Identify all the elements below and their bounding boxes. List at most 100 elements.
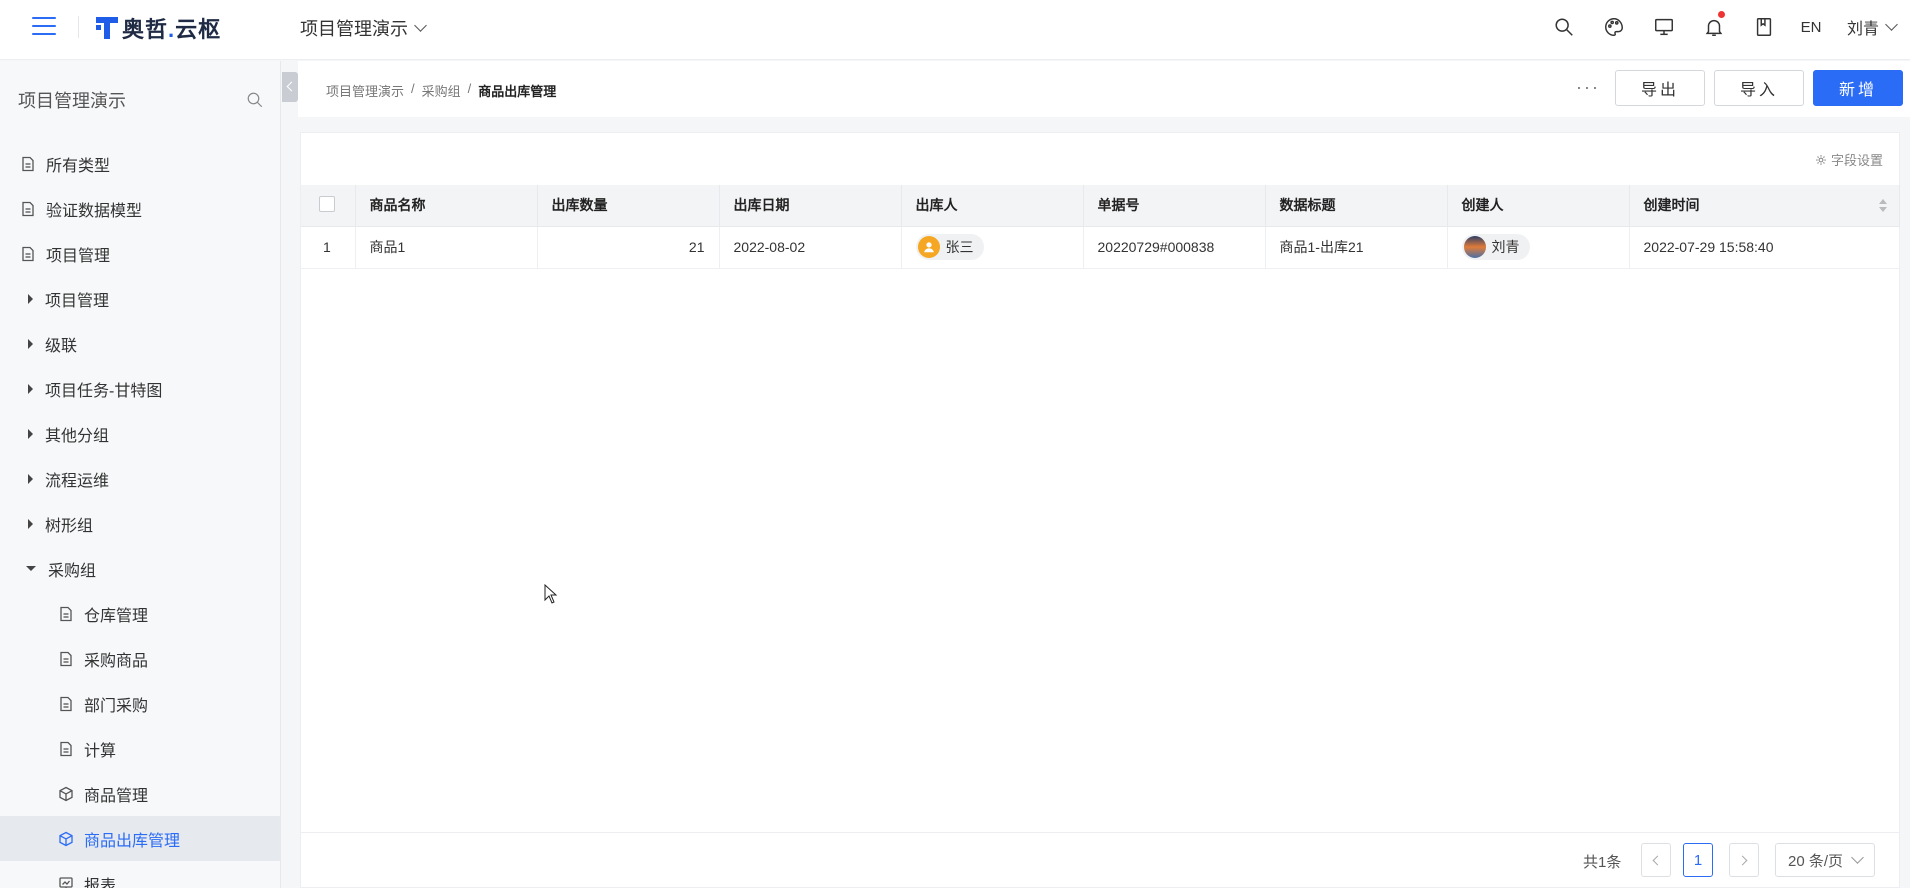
sidebar-group-purchase[interactable]: 采购组	[0, 546, 280, 591]
cell-creator: 刘青	[1447, 226, 1630, 269]
sidebar-collapse-handle[interactable]	[282, 72, 298, 102]
more-actions-button[interactable]: ···	[1576, 77, 1600, 98]
caret-right-icon	[28, 383, 33, 394]
caret-right-icon	[28, 428, 33, 439]
sidebar-group-project-management[interactable]: 项目管理	[0, 276, 280, 321]
page-size-select[interactable]: 20 条/页	[1775, 843, 1875, 877]
avatar	[917, 236, 940, 258]
column-header[interactable]: 创建人	[1447, 185, 1630, 227]
breadcrumb-current: 商品出库管理	[478, 84, 557, 99]
sidebar-item-goods-management[interactable]: 商品管理	[0, 771, 280, 816]
sidebar-item-goods-outbound[interactable]: 商品出库管理	[0, 816, 280, 861]
project-switcher[interactable]: 项目管理演示	[300, 15, 427, 41]
cube-icon	[58, 786, 74, 802]
sidebar-item-label: 采购组	[48, 562, 97, 580]
sidebar-item-label: 部门采购	[84, 697, 149, 715]
mouse-cursor-icon	[544, 584, 558, 604]
document-icon	[20, 246, 36, 262]
column-header-created-time[interactable]: 创建时间	[1629, 185, 1900, 227]
caret-right-icon	[28, 293, 33, 304]
sidebar-item-label: 所有类型	[46, 157, 111, 175]
column-header[interactable]: 出库人	[901, 185, 1084, 227]
palette-icon[interactable]	[1589, 0, 1639, 54]
cell-goods-name: 商品1	[355, 226, 538, 269]
page-number-button[interactable]: 1	[1683, 843, 1713, 877]
sidebar-item-label: 仓库管理	[84, 607, 149, 625]
prev-page-button[interactable]	[1641, 843, 1671, 877]
sidebar-item-label: 项目任务-甘特图	[45, 382, 163, 400]
cube-icon	[58, 831, 74, 847]
sidebar-item-purchase-goods[interactable]: 采购商品	[0, 636, 280, 681]
divider	[78, 16, 79, 38]
sidebar-group-tree[interactable]: 树形组	[0, 501, 280, 546]
cell-doc-no: 20220729#000838	[1083, 226, 1266, 269]
sidebar-group-other[interactable]: 其他分组	[0, 411, 280, 456]
user-chip[interactable]: 刘青	[1461, 233, 1530, 260]
chevron-down-icon	[1851, 851, 1864, 864]
sidebar-item-label: 商品出库管理	[84, 832, 181, 850]
breadcrumb-separator: /	[467, 81, 472, 96]
user-chip[interactable]: 张三	[915, 234, 984, 260]
sidebar-item-dept-purchase[interactable]: 部门采购	[0, 681, 280, 726]
cell-quantity: 21	[537, 226, 720, 269]
document-icon	[20, 156, 36, 172]
user-menu[interactable]: 刘青	[1833, 15, 1898, 39]
chevron-down-icon	[414, 19, 427, 32]
breadcrumb-item[interactable]: 采购组	[422, 81, 461, 100]
caret-right-icon	[28, 518, 33, 529]
sidebar-item-validate-model[interactable]: 验证数据模型	[0, 186, 280, 231]
top-bar: 奥哲.云枢 项目管理演示 EN 刘青	[0, 0, 1910, 60]
menu-icon[interactable]	[32, 17, 56, 37]
monitor-icon[interactable]	[1639, 0, 1689, 54]
logo: 奥哲.云枢	[96, 12, 221, 44]
search-icon[interactable]	[246, 91, 264, 109]
table-row[interactable]: 1 商品1 21 2022-08-02 张三 20220729#000838 商…	[301, 226, 1900, 269]
breadcrumb-item[interactable]: 项目管理演示	[326, 81, 404, 100]
sidebar-group-gantt[interactable]: 项目任务-甘特图	[0, 366, 280, 411]
next-page-button[interactable]	[1729, 843, 1759, 877]
select-all-checkbox[interactable]	[319, 195, 335, 212]
caret-right-icon	[28, 338, 33, 349]
sidebar-item-calc[interactable]: 计算	[0, 726, 280, 771]
sort-icon[interactable]	[1878, 199, 1887, 213]
page-header: 项目管理演示 / 采购组 / 商品出库管理 ··· 导出 导入 新增	[298, 61, 1910, 117]
user-icon	[923, 242, 934, 253]
sidebar-group-cascade[interactable]: 级联	[0, 321, 280, 366]
search-icon[interactable]	[1539, 0, 1589, 54]
logo-text: 奥哲.云枢	[122, 17, 222, 42]
column-header[interactable]: 出库数量	[537, 185, 720, 227]
document-icon	[58, 696, 74, 712]
user-name: 刘青	[1846, 21, 1879, 38]
sidebar-group-process-ops[interactable]: 流程运维	[0, 456, 280, 501]
bell-icon[interactable]	[1689, 0, 1739, 54]
cell-date: 2022-08-02	[719, 226, 902, 269]
caret-right-icon	[28, 473, 33, 484]
column-header[interactable]: 出库日期	[719, 185, 902, 227]
sidebar-item-label: 商品管理	[84, 787, 149, 805]
field-settings-button[interactable]: 字段设置	[1815, 150, 1883, 169]
chevron-down-icon	[1885, 18, 1898, 31]
cell-created-time: 2022-07-29 15:58:40	[1629, 226, 1900, 269]
list-panel: 字段设置 商品名称 出库数量 出库日期 出库人 单据号 数据标题 创建人 创建时…	[300, 132, 1900, 888]
language-switch[interactable]: EN	[1789, 19, 1833, 36]
column-header[interactable]: 单据号	[1083, 185, 1266, 227]
export-button[interactable]: 导出	[1615, 70, 1705, 106]
sidebar-title: 项目管理演示	[18, 91, 126, 111]
column-header[interactable]: 商品名称	[355, 185, 538, 227]
sidebar-item-label: 树形组	[45, 517, 94, 535]
sidebar-item-report[interactable]: 报表	[0, 861, 280, 888]
logo-mark-icon	[96, 17, 118, 39]
sidebar-item-label: 其他分组	[45, 427, 110, 445]
sidebar-item-label: 验证数据模型	[46, 202, 143, 220]
chevron-left-icon	[1652, 855, 1663, 865]
sidebar-item-warehouse[interactable]: 仓库管理	[0, 591, 280, 636]
breadcrumb: 项目管理演示 / 采购组 / 商品出库管理	[326, 81, 556, 100]
user-chip-name: 刘青	[1491, 238, 1520, 255]
bookmark-icon[interactable]	[1739, 0, 1789, 54]
sidebar-item-project-management[interactable]: 项目管理	[0, 231, 280, 276]
sidebar-item-all-types[interactable]: 所有类型	[0, 141, 280, 186]
import-button[interactable]: 导入	[1714, 70, 1804, 106]
add-button[interactable]: 新增	[1813, 70, 1903, 106]
column-header[interactable]: 数据标题	[1265, 185, 1448, 227]
chevron-right-icon	[1737, 855, 1748, 865]
